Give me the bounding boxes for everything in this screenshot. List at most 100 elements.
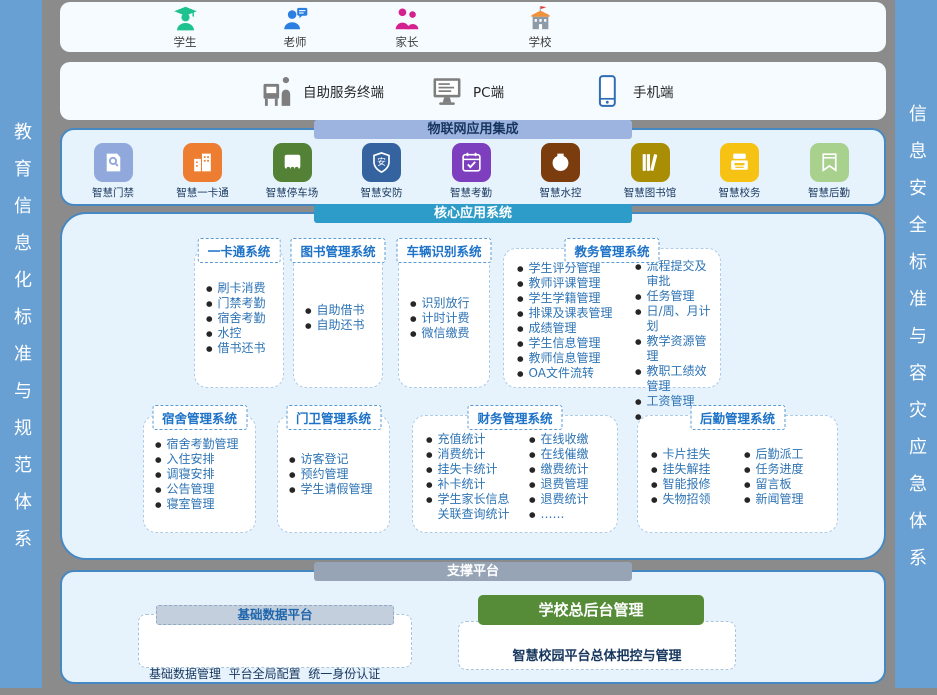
list-item: 任务进度 [744,462,835,477]
list-item: 借书还书 [206,341,283,356]
box-title: 门卫管理系统 [286,405,381,430]
iot-tile-card: 智慧一卡通 [170,143,236,200]
tile-label: 智慧一卡通 [176,185,229,200]
access-icon [94,143,133,182]
list-item: 学生评分管理 [517,261,624,276]
list-item: 计时计费 [410,311,489,326]
list-item: 教师评课管理 [517,276,624,291]
box-library-system: 图书管理系统 自助借书自助还书 [293,248,383,388]
list-item: 挂失解挂 [651,462,733,477]
box-items: 流程提交及审批任务管理日/周、月计划教学资源管理教职工绩效管理工资管理…… [624,259,718,424]
iot-tile-security: 安 智慧安防 [349,143,415,200]
iot-tile-affairs: 智慧校务 [707,143,773,200]
list-item: 缴费统计 [529,462,615,477]
list-item: 宿舍考勤管理 [155,437,255,452]
list-item: 成绩管理 [517,321,624,336]
user-item-parent: 家长 [375,5,439,50]
list-item: 卡片挂失 [651,447,733,462]
user-label: 家长 [396,34,419,50]
tile-label: 智慧考勤 [450,185,492,200]
terminal-item-kiosk: 自助服务终端 [260,62,384,120]
list-item: 学生请假管理 [289,482,389,497]
box-items: 自助借书自助还书 [294,249,382,387]
list-item: 调寝安排 [155,467,255,482]
list-item: 学生家长信息关联查询统计 [426,492,518,522]
list-item: 微信缴费 [410,326,489,341]
list-item: 退费统计 [529,492,615,507]
list-item: 识别放行 [410,296,489,311]
pc-icon [430,74,464,108]
list-item: 日/周、月计划 [635,304,718,334]
list-item: OA文件流转 [517,366,624,381]
list-item: 自助借书 [305,303,382,318]
box-columns: 学生评分管理教师评课管理学生学籍管理排课及课表管理成绩管理学生信息管理教师信息管… [504,249,720,387]
svg-text:安: 安 [377,156,386,168]
terminal-label: PC端 [473,81,504,101]
box-title: 教务管理系统 [564,238,659,263]
basic-data-platform-title: 基础数据平台 [156,605,394,625]
box-items: 充值统计消费统计挂失卡统计补卡统计学生家长信息关联查询统计 [415,432,518,522]
teacher-icon [282,5,309,32]
box-onecard-system: 一卡通系统 刷卡消费门禁考勤宿舍考勤水控借书还书 [194,248,284,388]
tile-label: 智慧门禁 [92,185,134,200]
iot-tile-library: 智慧图书馆 [617,143,683,200]
card-icon [183,143,222,182]
box-title: 一卡通系统 [198,238,281,263]
list-item: 在线催缴 [529,447,615,462]
flag-icon [810,143,849,182]
box-title: 图书管理系统 [290,238,385,263]
box-items: 卡片挂失挂失解挂智能报修失物招领 [640,447,733,507]
list-item: 门禁考勤 [206,296,283,311]
box-title: 后勤管理系统 [690,405,785,430]
right-sidebar-label: 信息安全标准与容灾应急体系 [903,104,929,585]
box-items: 识别放行计时计费微信缴费 [399,249,489,387]
box-items: 在线收缴在线催缴缴费统计退费管理退费统计…… [518,432,615,522]
list-item: 寝室管理 [155,497,255,512]
user-item-student: 学生 [153,5,217,50]
school-backend-description: 智慧校园平台总体把控与管理 [459,645,735,664]
box-title: 宿舍管理系统 [152,405,247,430]
list-item: 刷卡消费 [206,281,283,296]
list-item: 预约管理 [289,467,389,482]
tile-label: 智慧校务 [719,185,761,200]
list-item: 挂失卡统计 [426,462,518,477]
terminal-item-pc: PC端 [430,62,504,120]
box-logistics-system: 后勤管理系统 卡片挂失挂失解挂智能报修失物招领 后勤派工任务进度留言板新闻管理 [637,415,838,533]
box-dorm-system: 宿舍管理系统 宿舍考勤管理入住安排调寝安排公告管理寝室管理 [143,415,256,533]
basic-data-platform-lines: 基础数据管理 平台全局配置 统一身份认证 用户账户与权限管理 单点登录 [139,615,411,695]
box-finance-system: 财务管理系统 充值统计消费统计挂失卡统计补卡统计学生家长信息关联查询统计 在线收… [412,415,618,533]
tile-label: 智慧水控 [540,185,582,200]
box-columns: 充值统计消费统计挂失卡统计补卡统计学生家长信息关联查询统计 在线收缴在线催缴缴费… [413,416,617,532]
box-items: 访客登记预约管理学生请假管理 [278,416,389,532]
list-item: 退费管理 [529,477,615,492]
smart-campus-architecture-diagram: 教育信息化标准与规范体系 信息安全标准与容灾应急体系 学生 老师 [0,0,937,695]
water-icon [541,143,580,182]
box-academic-system: 教务管理系统 学生评分管理教师评课管理学生学籍管理排课及课表管理成绩管理学生信息… [503,248,721,388]
iot-section: 物联网应用集成 智慧门禁 智慧一卡通 [60,128,886,206]
list-item: 教职工绩效管理 [635,364,718,394]
iot-tile-logistics: 智慧后勤 [796,143,862,200]
terminals-row: 自助服务终端 PC端 手机端 [60,62,886,120]
kiosk-icon [260,74,294,108]
list-item: 排课及课表管理 [517,306,624,321]
core-section-title: 核心应用系统 [314,204,632,223]
terminal-label: 自助服务终端 [303,81,384,101]
security-icon: 安 [362,143,401,182]
box-title: 车辆识别系统 [396,238,491,263]
list-item: 教师信息管理 [517,351,624,366]
basic-line: 基础数据管理 平台全局配置 统一身份认证 [149,667,407,682]
user-label: 老师 [284,34,307,50]
tile-label: 智慧图书馆 [624,185,677,200]
list-item: 任务管理 [635,289,718,304]
terminal-item-mobile: 手机端 [590,62,674,120]
school-backend-box: 智慧校园平台总体把控与管理 [458,621,736,670]
list-item: 自助还书 [305,318,382,333]
left-sidebar-label: 教育信息化标准与规范体系 [8,122,34,566]
list-item: 宿舍考勤 [206,311,283,326]
right-sidebar: 信息安全标准与容灾应急体系 [895,0,937,688]
box-items: 学生评分管理教师评课管理学生学籍管理排课及课表管理成绩管理学生信息管理教师信息管… [506,261,624,381]
user-label: 学校 [529,34,552,50]
box-vehicle-system: 车辆识别系统 识别放行计时计费微信缴费 [398,248,490,388]
tile-label: 智慧停车场 [266,185,319,200]
list-item: 留言板 [744,477,835,492]
